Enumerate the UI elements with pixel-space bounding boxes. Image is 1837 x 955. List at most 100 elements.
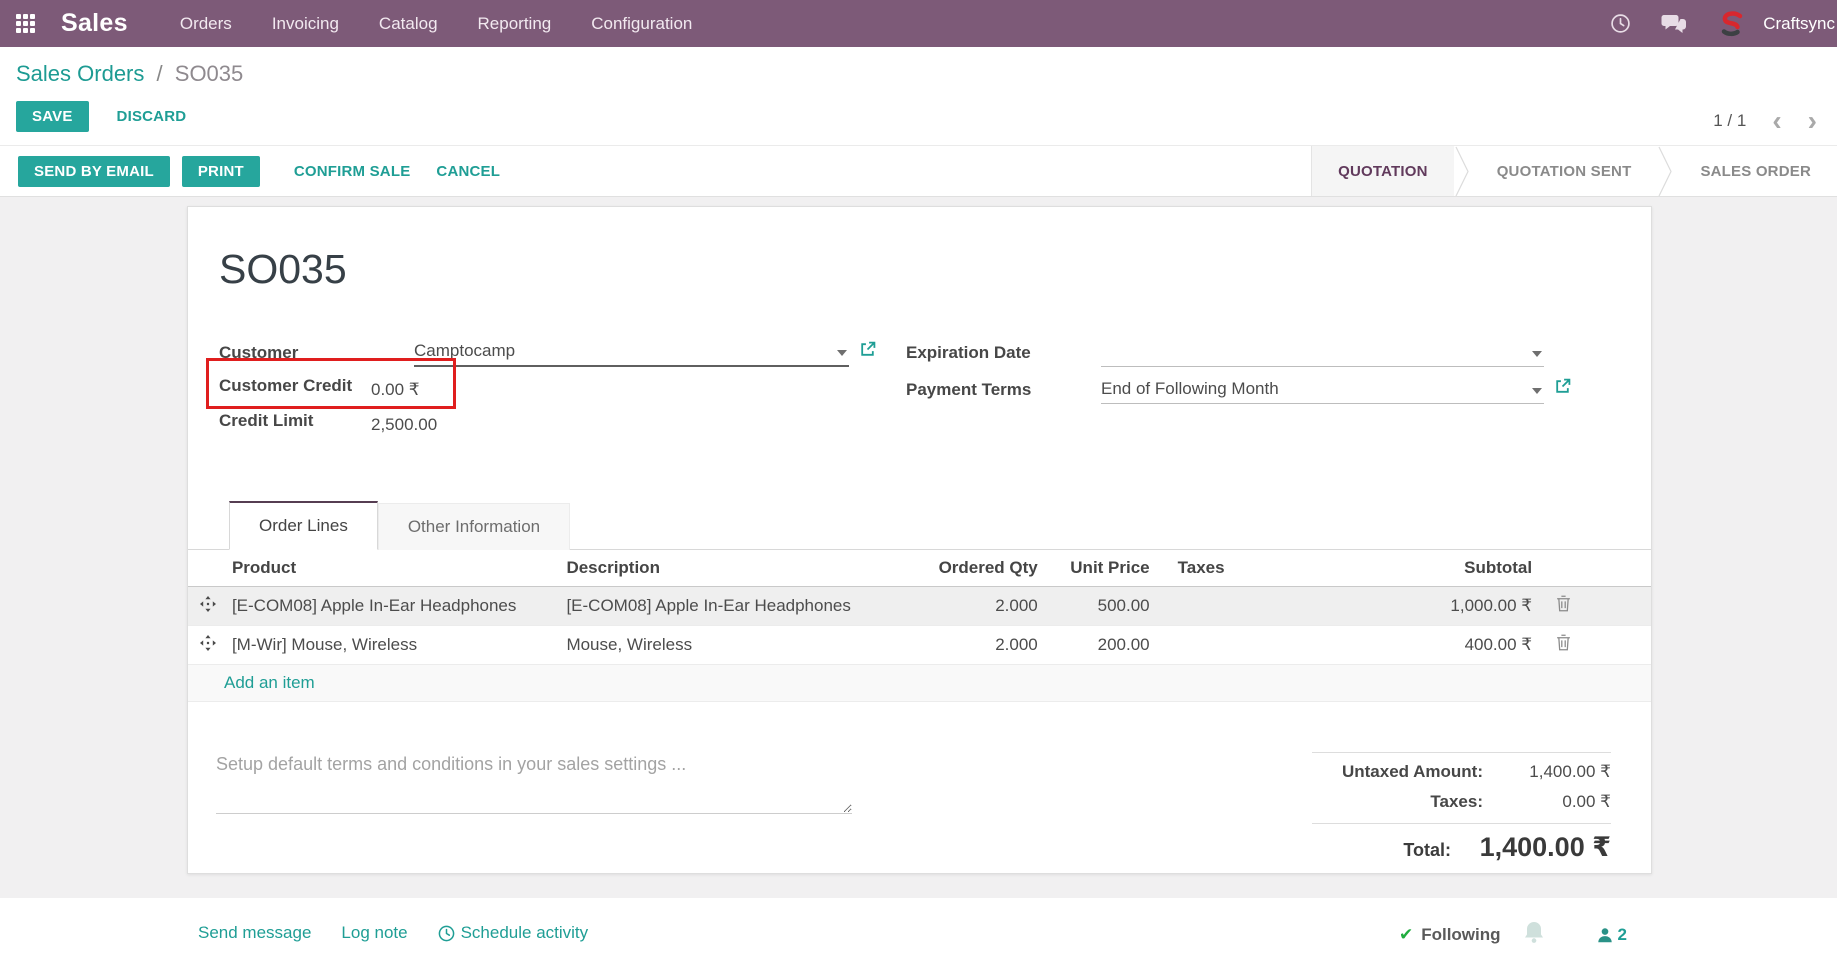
cancel-button[interactable]: CANCEL (432, 156, 504, 187)
column-unit-price: Unit Price (1041, 550, 1154, 587)
taxes-value: 0.00 ₹ (1562, 792, 1611, 811)
terms-and-conditions-input[interactable] (216, 752, 852, 814)
delete-line-icon[interactable] (1556, 634, 1571, 656)
nav-menu: Orders Invoicing Catalog Reporting Confi… (180, 14, 693, 34)
column-description: Description (562, 550, 892, 587)
status-step-quotation[interactable]: QUOTATION (1312, 146, 1454, 196)
control-panel: Sales Orders / SO035 SAVE DISCARD 1 / 1 … (0, 47, 1837, 146)
order-lines-table: Product Description Ordered Qty Unit Pri… (188, 550, 1651, 665)
customer-credit-value: 0.00 ₹ (371, 380, 420, 399)
content-background: SO035 Customer Camptocamp Customer Credi… (0, 197, 1837, 898)
drag-handle-icon[interactable] (199, 595, 216, 617)
column-subtotal: Subtotal (1286, 550, 1537, 587)
cell-description[interactable]: [E-COM08] Apple In-Ear Headphones (562, 586, 892, 626)
expiration-date-label: Expiration Date (906, 343, 1031, 362)
following-toggle[interactable]: Following (1421, 925, 1500, 945)
untaxed-amount-value: 1,400.00 ₹ (1529, 762, 1611, 781)
column-product: Product (227, 550, 563, 587)
cell-taxes[interactable] (1153, 625, 1287, 665)
untaxed-amount-label: Untaxed Amount: (1341, 762, 1483, 781)
schedule-clock-icon (438, 925, 454, 941)
delete-line-icon[interactable] (1556, 595, 1571, 617)
send-by-email-button[interactable]: SEND BY EMAIL (18, 155, 170, 187)
print-button[interactable]: PRINT (181, 155, 260, 187)
breadcrumb: Sales Orders / SO035 (16, 61, 1837, 87)
tab-order-lines[interactable]: Order Lines (229, 501, 378, 550)
payment-terms-input[interactable]: End of Following Month (1101, 379, 1544, 404)
column-taxes: Taxes (1153, 550, 1287, 587)
nav-menu-reporting[interactable]: Reporting (478, 14, 552, 34)
cell-unit-price[interactable]: 500.00 (1041, 586, 1154, 626)
table-header-row: Product Description Ordered Qty Unit Pri… (188, 550, 1651, 587)
nav-menu-orders[interactable]: Orders (180, 14, 232, 34)
breadcrumb-current: SO035 (174, 61, 244, 86)
cell-product[interactable]: [M-Wir] Mouse, Wireless (227, 625, 563, 665)
credit-limit-value: 2,500.00 (371, 415, 438, 434)
total-value: 1,400.00 ₹ (1479, 832, 1611, 862)
followers-button[interactable]: 2 (1597, 925, 1627, 945)
nav-menu-catalog[interactable]: Catalog (379, 14, 438, 34)
credit-limit-label: Credit Limit (219, 411, 314, 430)
user-name[interactable]: Craftsync (1763, 14, 1835, 34)
cell-ordered-qty[interactable]: 2.000 (891, 586, 1042, 626)
cell-description[interactable]: Mouse, Wireless (562, 625, 892, 665)
breadcrumb-separator: / (156, 61, 163, 86)
cell-subtotal: 400.00 ₹ (1286, 625, 1537, 665)
breadcrumb-sales-orders[interactable]: Sales Orders (16, 61, 144, 86)
add-item-row[interactable]: Add an item (188, 665, 1651, 702)
apps-menu-icon[interactable] (16, 14, 35, 33)
drag-handle-icon[interactable] (199, 634, 216, 656)
pager-next-icon[interactable]: › (1808, 107, 1817, 135)
taxes-label: Taxes: (1430, 792, 1483, 811)
cell-unit-price[interactable]: 200.00 (1041, 625, 1154, 665)
customer-external-link-icon[interactable] (859, 341, 876, 363)
notebook-tabs: Order Lines Other Information (188, 500, 1651, 550)
person-icon (1597, 927, 1612, 942)
followers-count: 2 (1617, 924, 1627, 944)
customer-label: Customer (219, 343, 299, 362)
sale-order-sheet: SO035 Customer Camptocamp Customer Credi… (187, 206, 1652, 874)
status-step-quotation-sent[interactable]: QUOTATION SENT (1471, 146, 1658, 196)
log-note-link[interactable]: Log note (341, 923, 407, 943)
tab-other-information[interactable]: Other Information (377, 503, 571, 550)
bell-icon[interactable] (1523, 920, 1545, 949)
pager-previous-icon[interactable]: ‹ (1772, 107, 1781, 135)
payment-terms-external-link-icon[interactable] (1554, 378, 1571, 400)
payment-terms-label: Payment Terms (906, 380, 1032, 399)
app-title[interactable]: Sales (61, 9, 128, 38)
status-arrow-icon (1657, 146, 1674, 196)
add-an-item-link[interactable]: Add an item (224, 673, 315, 692)
chevron-down-icon[interactable] (1532, 388, 1542, 394)
send-message-link[interactable]: Send message (198, 923, 311, 943)
order-title: SO035 (219, 246, 347, 292)
user-avatar[interactable] (1717, 9, 1747, 39)
top-navbar: Sales Orders Invoicing Catalog Reporting… (0, 0, 1837, 47)
nav-menu-invoicing[interactable]: Invoicing (272, 14, 339, 34)
status-arrow-icon (1454, 146, 1471, 196)
schedule-activity-link[interactable]: Schedule activity (438, 923, 588, 943)
customer-input[interactable]: Camptocamp (414, 341, 849, 367)
table-row[interactable]: [E-COM08] Apple In-Ear Headphones [E-COM… (188, 586, 1651, 626)
discard-button[interactable]: DISCARD (113, 101, 191, 132)
save-button[interactable]: SAVE (16, 101, 89, 132)
cell-taxes[interactable] (1153, 586, 1287, 626)
pager-count: 1 / 1 (1713, 111, 1747, 130)
totals-block: Untaxed Amount: 1,400.00 ₹ Taxes: 0.00 ₹… (1312, 752, 1611, 868)
column-ordered-qty: Ordered Qty (891, 550, 1042, 587)
customer-credit-label: Customer Credit (219, 376, 353, 395)
total-label: Total: (1403, 840, 1451, 860)
confirm-sale-button[interactable]: CONFIRM SALE (290, 156, 415, 187)
status-step-sales-order[interactable]: SALES ORDER (1674, 146, 1837, 196)
cell-ordered-qty[interactable]: 2.000 (891, 625, 1042, 665)
chevron-down-icon[interactable] (837, 350, 847, 356)
chatter: Send message Log note Schedule activity … (0, 898, 1837, 950)
action-bar: SEND BY EMAIL PRINT CONFIRM SALE CANCEL … (0, 146, 1837, 197)
nav-menu-configuration[interactable]: Configuration (591, 14, 692, 34)
messages-chat-icon[interactable] (1661, 13, 1687, 34)
cell-product[interactable]: [E-COM08] Apple In-Ear Headphones (227, 586, 563, 626)
chevron-down-icon[interactable] (1532, 351, 1542, 357)
statusbar: QUOTATION QUOTATION SENT SALES ORDER (1311, 146, 1837, 196)
activities-clock-icon[interactable] (1610, 13, 1631, 34)
expiration-date-input[interactable] (1101, 351, 1544, 367)
table-row[interactable]: [M-Wir] Mouse, Wireless Mouse, Wireless … (188, 625, 1651, 665)
